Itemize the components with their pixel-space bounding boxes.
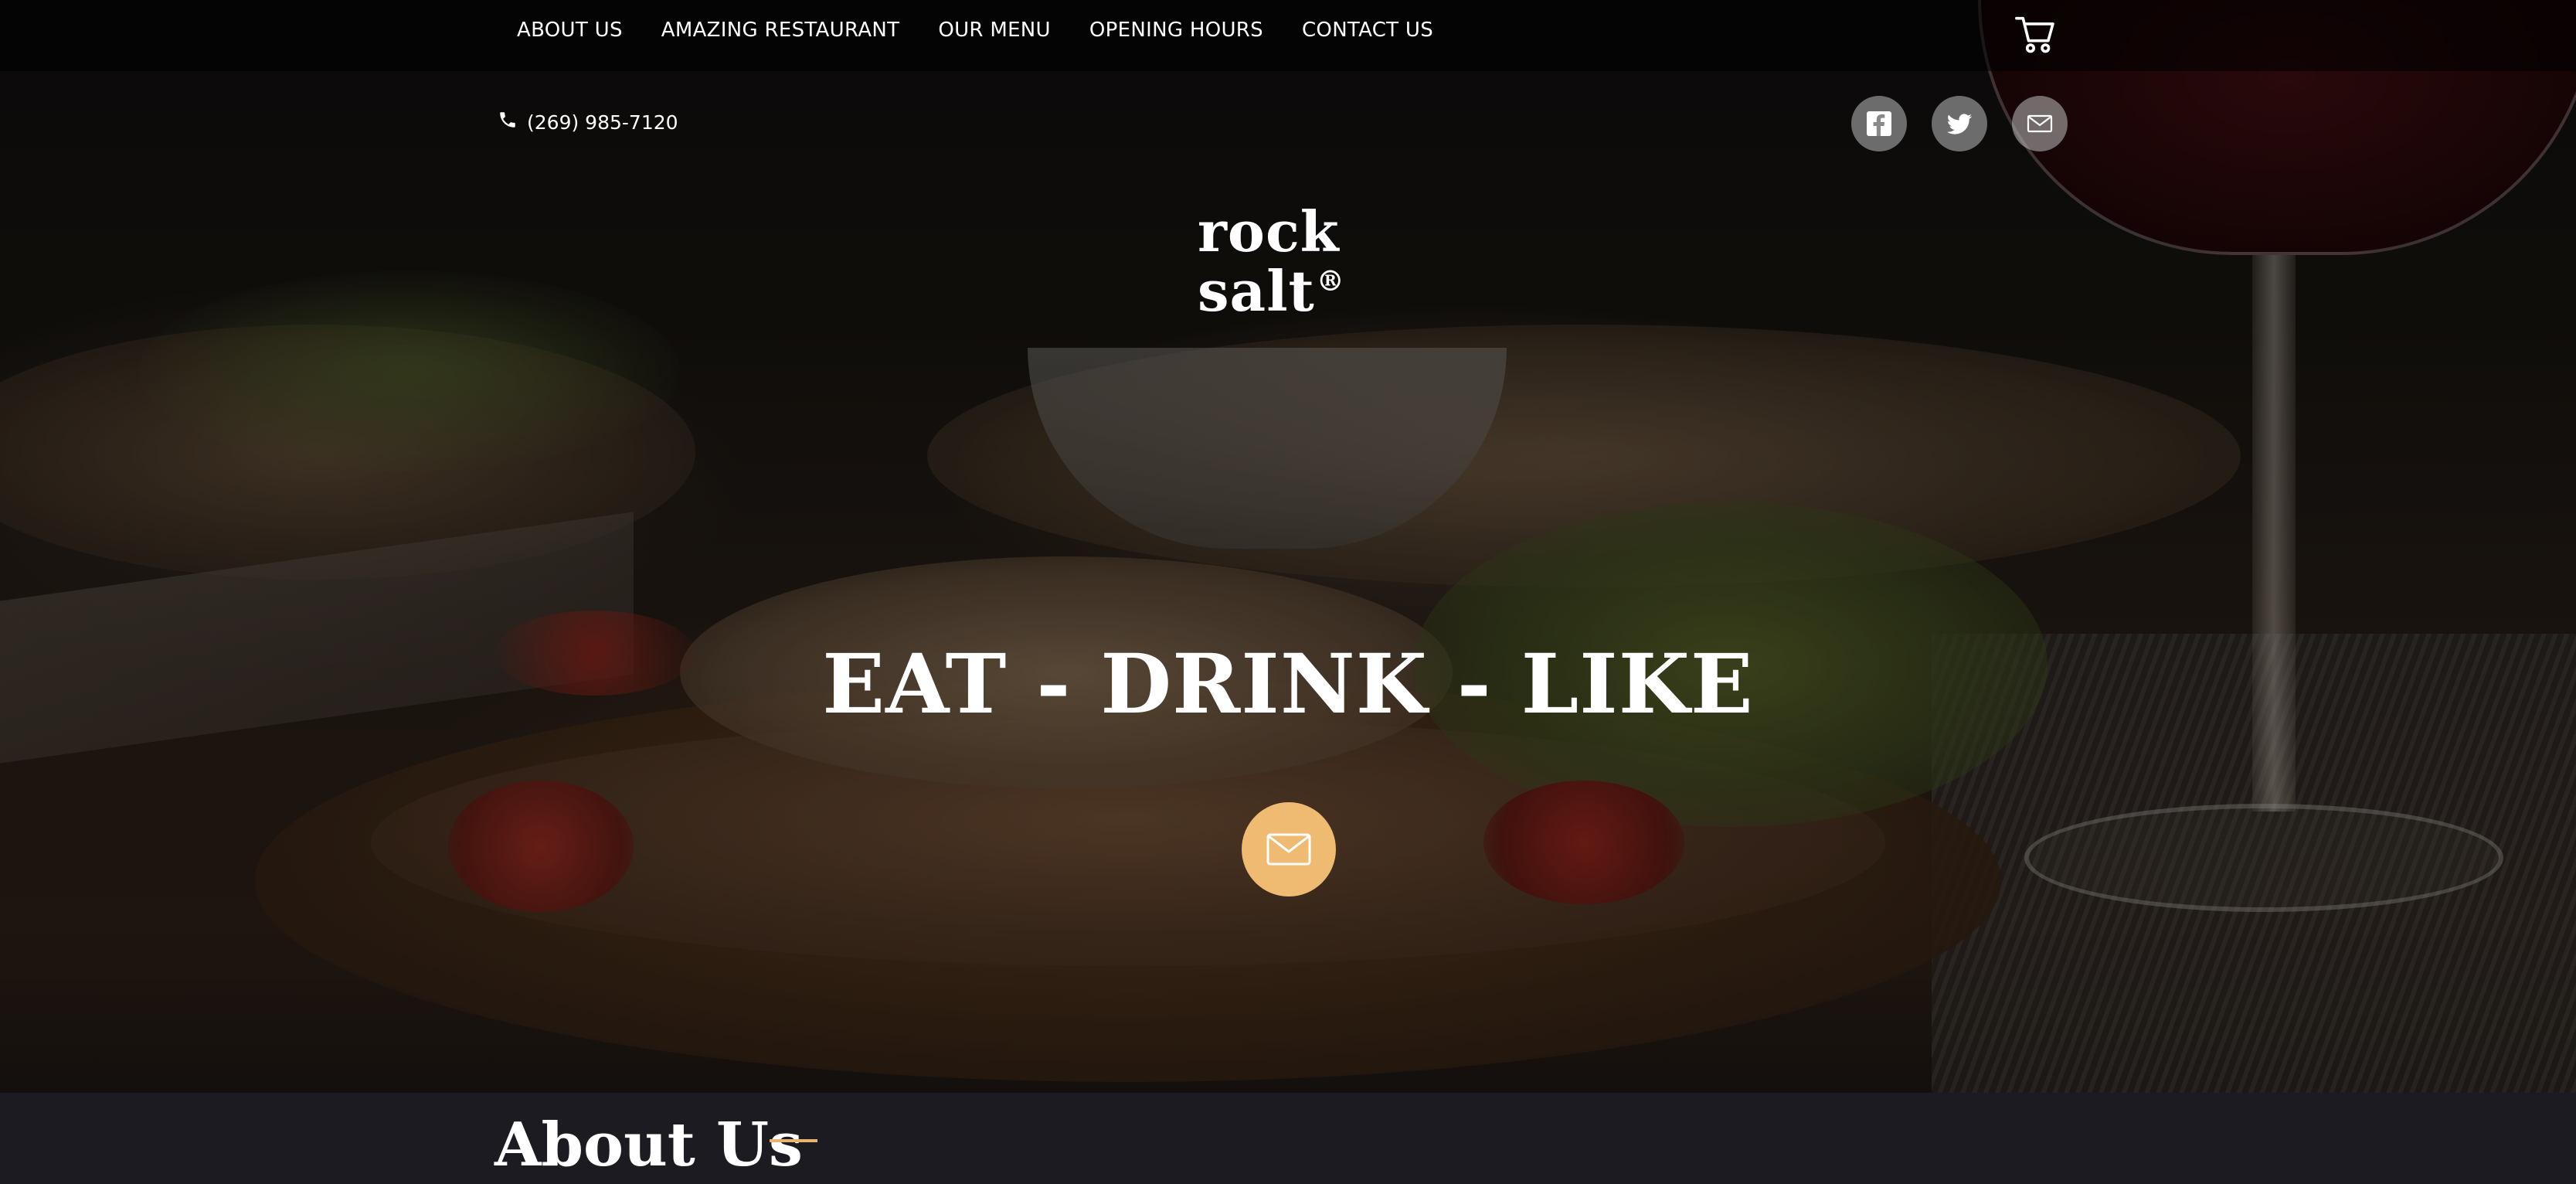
mail-icon <box>1266 833 1311 866</box>
about-section: About Us <box>0 1093 2576 1181</box>
logo-word: salt <box>1198 258 1315 324</box>
contact-mail-button[interactable] <box>1242 802 1336 897</box>
about-title: About Us <box>494 1110 803 1180</box>
top-navigation-bar: ABOUT US AMAZING RESTAURANT OUR MENU OPE… <box>0 0 2576 71</box>
social-links <box>1851 96 2068 151</box>
nav-item-opening-hours[interactable]: OPENING HOURS <box>1089 19 1263 42</box>
brand-logo[interactable]: rock salt® <box>1198 199 1345 319</box>
nav-item-contact-us[interactable]: CONTACT US <box>1302 19 1433 42</box>
twitter-icon <box>1946 114 1972 134</box>
mail-icon <box>2027 114 2053 133</box>
nav-item-our-menu[interactable]: OUR MENU <box>938 19 1051 42</box>
twitter-button[interactable] <box>1932 96 1987 151</box>
main-nav: ABOUT US AMAZING RESTAURANT OUR MENU OPE… <box>517 19 1433 42</box>
facebook-button[interactable] <box>1851 96 1907 151</box>
logo-line-2: salt® <box>1198 257 1345 319</box>
hero-headline: EAT - DRINK - LIKE <box>822 635 1754 732</box>
email-button[interactable] <box>2012 96 2068 151</box>
title-accent-dash <box>770 1139 817 1142</box>
nav-item-about-us[interactable]: ABOUT US <box>517 19 623 42</box>
facebook-icon <box>1867 111 1891 136</box>
phone-icon <box>498 110 518 134</box>
nav-item-amazing-restaurant[interactable]: AMAZING RESTAURANT <box>661 19 900 42</box>
phone-number: (269) 985-7120 <box>527 111 678 134</box>
hero-overlay <box>0 0 2576 1093</box>
cart-icon[interactable] <box>2012 11 2058 56</box>
hero-section: ABOUT US AMAZING RESTAURANT OUR MENU OPE… <box>0 0 2576 1093</box>
logo-line-1: rock <box>1198 199 1340 264</box>
registered-mark: ® <box>1316 265 1345 298</box>
phone-contact[interactable]: (269) 985-7120 <box>498 110 678 134</box>
